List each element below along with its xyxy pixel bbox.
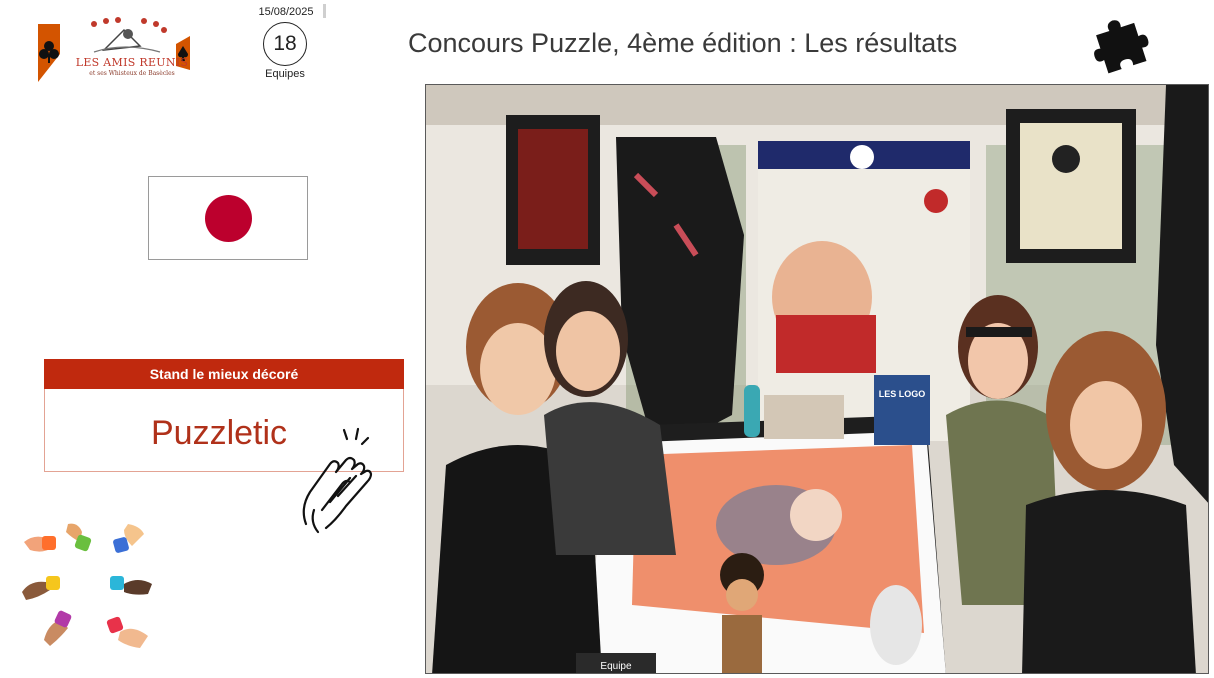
logo-name: LES AMIS REUNIS bbox=[75, 56, 189, 69]
logo-subtitle: et ses Whisteux de Basècles bbox=[89, 70, 175, 77]
team-count: 18 bbox=[263, 22, 307, 66]
event-date: 15/08/2025 bbox=[258, 6, 314, 18]
puzzle-piece-icon bbox=[1094, 20, 1149, 74]
team-count-label: Equipes bbox=[265, 68, 305, 80]
award-category: Stand le mieux décoré bbox=[44, 359, 404, 389]
club-card-logo-icon bbox=[38, 24, 60, 82]
japan-flag-icon bbox=[148, 176, 308, 260]
page-title: Concours Puzzle, 4ème édition : Les résu… bbox=[408, 28, 958, 58]
photo-scene: LES LOGO Equipe bbox=[426, 85, 1208, 673]
hands-with-puzzle-pieces-icon bbox=[22, 523, 152, 648]
club-logo: LES AMIS REUNIS et ses Whisteux de Basèc… bbox=[36, 14, 196, 84]
box-title: LES LOGO bbox=[879, 389, 926, 399]
date-marker bbox=[323, 4, 326, 18]
table-sign: Equipe bbox=[600, 661, 632, 672]
clapping-hands-icon bbox=[302, 427, 373, 534]
players-illustration-icon bbox=[91, 17, 167, 53]
flag-disc bbox=[205, 195, 252, 242]
award-winner: Puzzletic bbox=[151, 414, 288, 452]
team-photo: LES LOGO Equipe bbox=[425, 84, 1209, 674]
